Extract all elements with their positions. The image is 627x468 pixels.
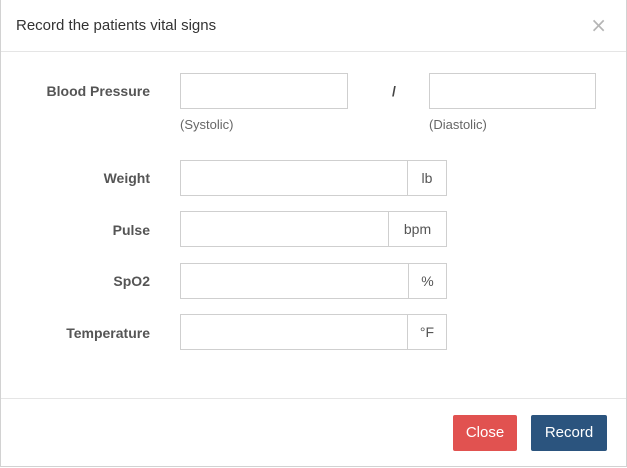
close-icon[interactable]: × [590, 13, 607, 37]
systolic-input[interactable] [180, 73, 348, 109]
bp-separator: / [392, 83, 396, 99]
diastolic-input[interactable] [429, 73, 596, 109]
pulse-label: Pulse [112, 222, 150, 238]
blood-pressure-label: Blood Pressure [46, 83, 150, 99]
temperature-unit-addon: °F [407, 314, 447, 350]
diastolic-hint: (Diastolic) [429, 117, 487, 132]
modal-footer: Close Record [1, 398, 626, 467]
temperature-label: Temperature [66, 325, 150, 341]
weight-input[interactable] [180, 160, 408, 196]
temperature-input[interactable] [180, 314, 408, 350]
weight-label: Weight [103, 170, 150, 186]
record-button[interactable]: Record [531, 415, 607, 451]
spo2-label: SpO2 [113, 273, 150, 289]
vitals-modal: Record the patients vital signs × Blood … [0, 0, 627, 467]
spo2-unit-addon: % [408, 263, 447, 299]
modal-title: Record the patients vital signs [16, 17, 217, 34]
spo2-input[interactable] [180, 263, 409, 299]
systolic-hint: (Systolic) [180, 117, 234, 132]
weight-unit-addon: lb [407, 160, 447, 196]
modal-header: Record the patients vital signs × [1, 0, 626, 52]
close-button[interactable]: Close [453, 415, 517, 451]
pulse-input[interactable] [180, 211, 389, 247]
pulse-unit-addon: bpm [388, 211, 447, 247]
